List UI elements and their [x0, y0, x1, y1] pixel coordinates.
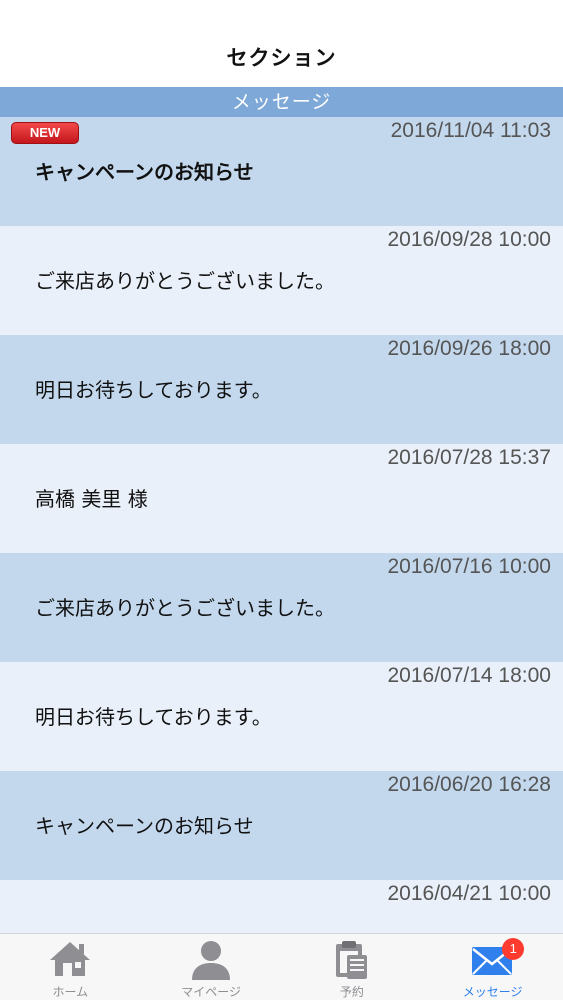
- message-date: 2016/11/04 11:03: [390, 119, 551, 142]
- message-row[interactable]: NEW 2016/11/04 11:03 キャンペーンのお知らせ: [0, 117, 563, 226]
- tab-label: マイページ: [181, 985, 241, 999]
- clipboard-icon: [335, 941, 367, 979]
- person-icon: [192, 941, 231, 980]
- tab-label: 予約: [339, 985, 364, 999]
- message-row[interactable]: 2016/04/21 10:00: [0, 880, 563, 933]
- message-date: 2016/07/16 10:00: [387, 555, 552, 578]
- tab-bar: ホーム マイページ 予約 1 メッセージ: [0, 933, 563, 1000]
- message-row[interactable]: 2016/07/16 10:00 ご来店ありがとうございました。: [0, 553, 563, 662]
- section-header: メッセージ: [0, 87, 563, 117]
- home-icon: [50, 942, 91, 976]
- message-list[interactable]: NEW 2016/11/04 11:03 キャンペーンのお知らせ 2016/09…: [0, 117, 563, 933]
- message-date: 2016/09/28 10:00: [387, 228, 552, 251]
- message-row[interactable]: 2016/09/28 10:00 ご来店ありがとうございました。: [0, 226, 563, 335]
- message-date: 2016/09/26 18:00: [387, 337, 552, 360]
- message-date: 2016/07/28 15:37: [387, 446, 552, 469]
- new-badge: NEW: [11, 122, 79, 144]
- message-title: 明日お待ちしております。: [35, 705, 272, 729]
- message-title: ご来店ありがとうございました。: [35, 269, 335, 293]
- screen: セクション メッセージ NEW 2016/11/04 11:03 キャンペーンの…: [0, 0, 563, 1000]
- message-date: 2016/04/21 10:00: [387, 882, 552, 905]
- message-title: 高橋 美里 様: [35, 487, 148, 511]
- tab-label: メッセージ: [462, 985, 523, 999]
- message-title: ご来店ありがとうございました。: [35, 596, 335, 620]
- message-title: キャンペーンのお知らせ: [35, 160, 254, 184]
- message-row[interactable]: 2016/09/26 18:00 明日お待ちしております。: [0, 335, 563, 444]
- tab-reserve[interactable]: 予約: [282, 934, 423, 1000]
- message-row[interactable]: 2016/06/20 16:28 キャンペーンのお知らせ: [0, 771, 563, 880]
- message-row[interactable]: 2016/07/28 15:37 高橋 美里 様: [0, 444, 563, 553]
- message-date: 2016/07/14 18:00: [387, 664, 552, 687]
- tab-label: ホーム: [52, 985, 89, 999]
- tab-home[interactable]: ホーム: [0, 934, 141, 1000]
- message-row[interactable]: 2016/07/14 18:00 明日お待ちしております。: [0, 662, 563, 771]
- tab-mypage[interactable]: マイページ: [141, 934, 282, 1000]
- message-title: キャンペーンのお知らせ: [35, 814, 254, 838]
- tab-messages[interactable]: 1 メッセージ: [422, 934, 563, 1000]
- page-title: セクション: [226, 46, 337, 70]
- message-date: 2016/06/20 16:28: [387, 773, 552, 796]
- message-title: 明日お待ちしております。: [35, 378, 272, 402]
- navigation-bar: セクション: [0, 0, 563, 87]
- unread-count-badge: 1: [502, 938, 525, 960]
